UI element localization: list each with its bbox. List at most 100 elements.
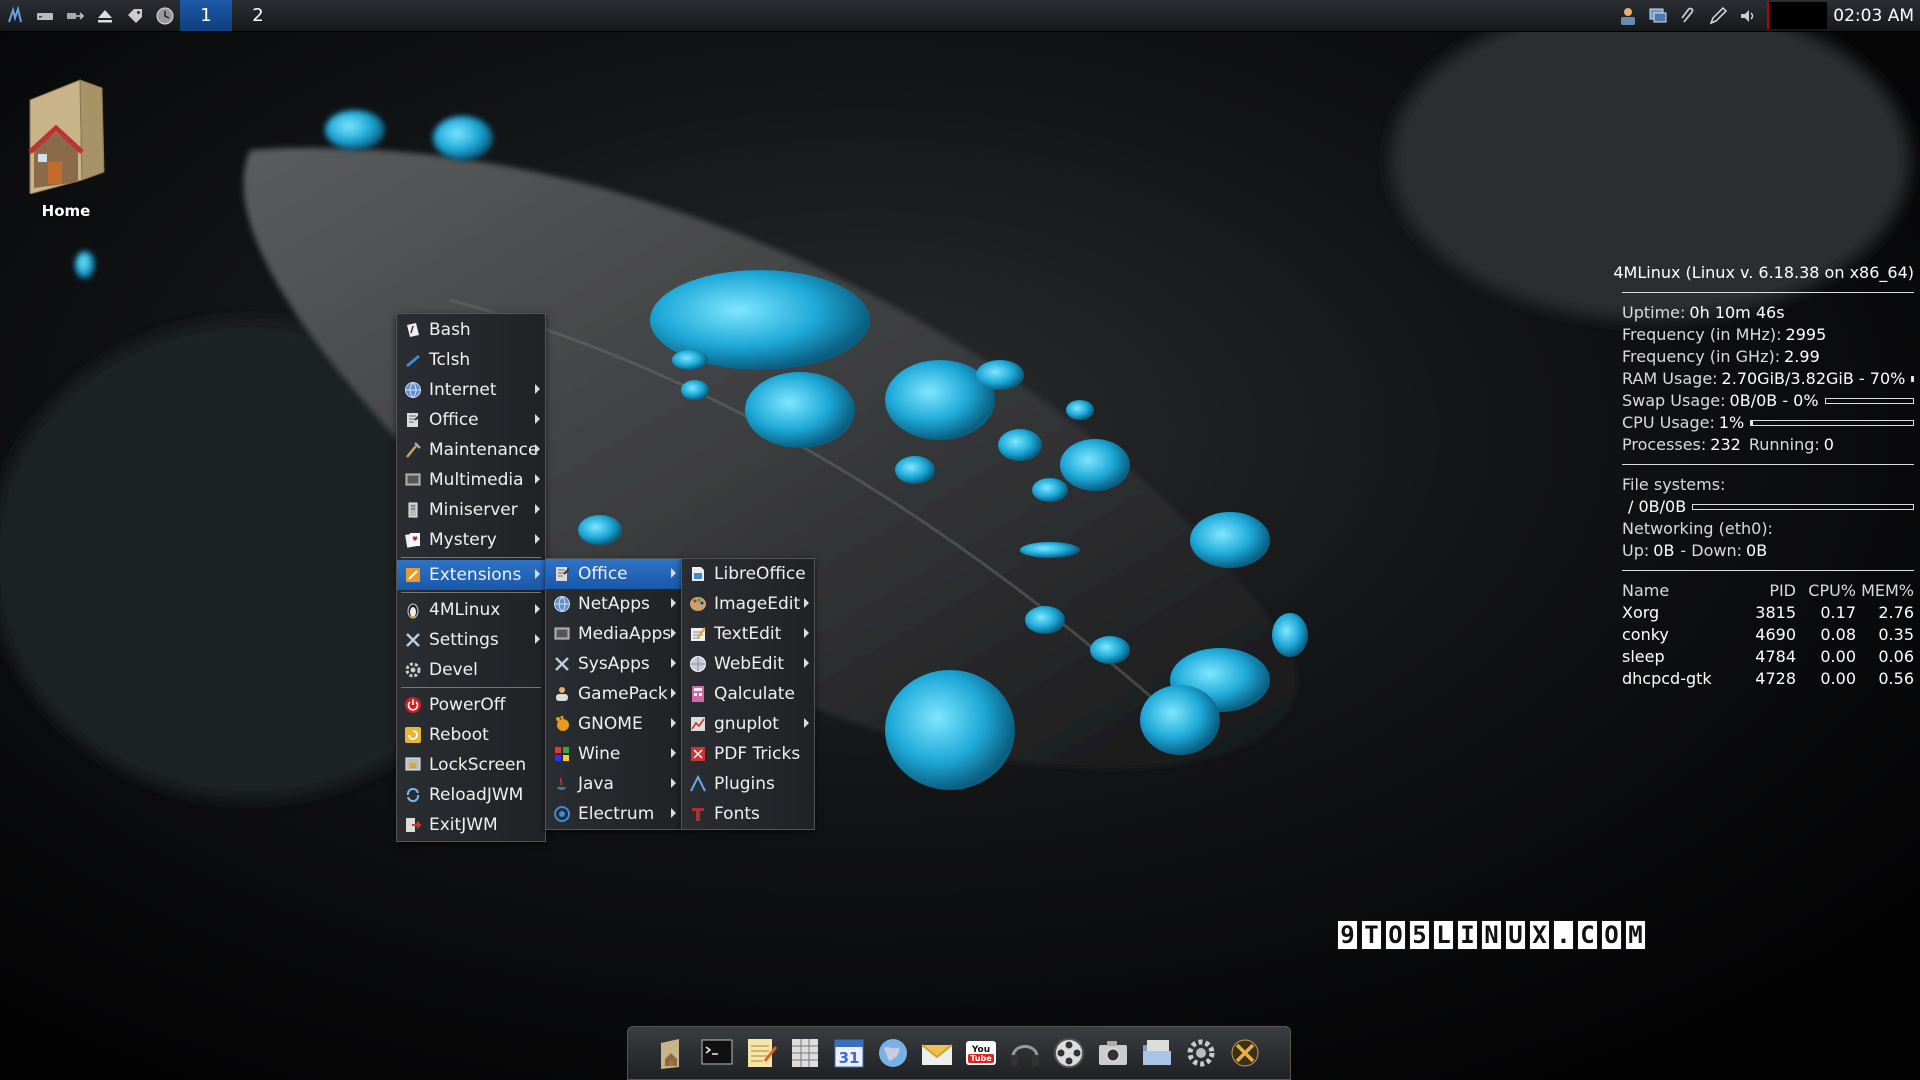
menu-item-gnuplot[interactable]: gnuplot (682, 709, 814, 739)
network-icon[interactable] (64, 5, 86, 27)
browser-icon[interactable] (874, 1034, 912, 1072)
submenu-arrow-icon (804, 628, 809, 638)
menu-item-settings[interactable]: Settings (397, 625, 545, 655)
close-app-icon[interactable] (1226, 1034, 1264, 1072)
freq-ghz-value: 2.99 (1784, 347, 1820, 366)
menu-item-lockscreen[interactable]: LockScreen (397, 750, 545, 780)
extensions-submenu: Office NetApps MediaApps SysApps GamePac… (545, 558, 682, 830)
menu-item-libreoffice[interactable]: LibreOffice (682, 559, 814, 589)
menu-item-imageedit[interactable]: ImageEdit (682, 589, 814, 619)
menu-item-exitjwm[interactable]: ExitJWM (397, 810, 545, 840)
root-menu: Bash Tclsh Internet Office Maintenance M… (396, 313, 546, 842)
watermark-char: T (1361, 920, 1382, 950)
drive-icon[interactable] (34, 5, 56, 27)
menu-item-multimedia[interactable]: Multimedia (397, 465, 545, 495)
menu-item-gnome[interactable]: GNOME (546, 709, 681, 739)
lock-icon (403, 755, 423, 775)
menu-item-plugins[interactable]: Plugins (682, 769, 814, 799)
penguin-icon (403, 600, 423, 620)
settings-icon[interactable] (1182, 1034, 1220, 1072)
watermark-char: O (1385, 920, 1406, 950)
menu-item-tclsh[interactable]: Tclsh (397, 345, 545, 375)
menu-item-label: Office (578, 564, 628, 584)
menu-item-qalculate[interactable]: Qalculate (682, 679, 814, 709)
menu-item-maintenance[interactable]: Maintenance (397, 435, 545, 465)
freq-ghz-row: Frequency (in GHz): 2.99 (1622, 346, 1914, 368)
menu-item-wine[interactable]: Wine (546, 739, 681, 769)
pen-icon[interactable] (1707, 5, 1729, 27)
submenu-arrow-icon (535, 384, 540, 394)
mail-icon[interactable] (918, 1034, 956, 1072)
menu-item-bash[interactable]: Bash (397, 315, 545, 345)
menu-item-mystery[interactable]: Mystery (397, 525, 545, 555)
camera-icon[interactable] (1094, 1034, 1132, 1072)
desktop-1-button[interactable]: 1 (180, 0, 232, 31)
menu-item-reloadjwm[interactable]: ReloadJWM (397, 780, 545, 810)
menu-item-extensions[interactable]: Extensions (397, 560, 545, 590)
submenu-arrow-icon (804, 598, 809, 608)
gear-icon (403, 660, 423, 680)
ram-value: 2.70GiB/3.82GiB - 70% (1721, 369, 1906, 388)
cpu-bar (1750, 420, 1914, 426)
watermark-char: X (1529, 920, 1550, 950)
speaker-icon[interactable] (1737, 5, 1759, 27)
clock[interactable]: 02:03 AM (1831, 6, 1920, 26)
notepad-icon[interactable] (742, 1034, 780, 1072)
running-value: 0 (1823, 435, 1834, 454)
menu-item-4mlinux[interactable]: 4MLinux (397, 595, 545, 625)
headphones-icon[interactable] (1006, 1034, 1044, 1072)
extensions-icon (403, 565, 423, 585)
jwm-logo-icon[interactable] (4, 5, 26, 27)
submenu-arrow-icon (804, 658, 809, 668)
uptime-value: 0h 10m 46s (1689, 303, 1785, 322)
menu-item-java[interactable]: Java (546, 769, 681, 799)
menu-item-reboot[interactable]: Reboot (397, 720, 545, 750)
menu-item-textedit[interactable]: TextEdit (682, 619, 814, 649)
clip-icon[interactable] (1677, 5, 1699, 27)
menu-item-label: LockScreen (429, 755, 527, 775)
menu-item-miniserver[interactable]: Miniserver (397, 495, 545, 525)
menu-item-sysapps[interactable]: SysApps (546, 649, 681, 679)
menu-item-mediaapps[interactable]: MediaApps (546, 619, 681, 649)
user-icon[interactable] (1617, 5, 1639, 27)
header-name: Name (1622, 581, 1670, 600)
webedit-icon (688, 654, 708, 674)
youtube-icon[interactable]: You Tube (962, 1034, 1000, 1072)
spreadsheet-icon[interactable] (786, 1034, 824, 1072)
exit-icon (403, 815, 423, 835)
tag-icon[interactable] (124, 5, 146, 27)
film-reel-icon[interactable] (1050, 1034, 1088, 1072)
ram-key: RAM Usage: (1622, 369, 1718, 388)
desktop-2-button[interactable]: 2 (232, 0, 284, 31)
home-desktop-shortcut[interactable]: Home (22, 70, 110, 220)
menu-item-electrum[interactable]: Electrum (546, 799, 681, 829)
home-folder-icon[interactable] (654, 1034, 692, 1072)
menu-item-gamepack[interactable]: GamePack (546, 679, 681, 709)
menu-item-office[interactable]: Office (397, 405, 545, 435)
menu-item-devel[interactable]: Devel (397, 655, 545, 685)
terminal-icon[interactable] (698, 1034, 736, 1072)
menu-item-label: ImageEdit (714, 594, 801, 614)
menu-item-ext-office[interactable]: Office (546, 559, 681, 589)
display-icon[interactable] (1647, 5, 1669, 27)
menu-item-label: Settings (429, 630, 499, 650)
calendar-icon[interactable]: 31 (830, 1034, 868, 1072)
uptime-row: Uptime: 0h 10m 46s (1622, 302, 1914, 324)
file-manager-icon[interactable] (1138, 1034, 1176, 1072)
menu-item-internet[interactable]: Internet (397, 375, 545, 405)
menu-item-poweroff[interactable]: PowerOff (397, 690, 545, 720)
menu-item-label: LibreOffice (714, 564, 806, 584)
menu-item-pdf-tricks[interactable]: PDF Tricks (682, 739, 814, 769)
menu-item-label: GamePack (578, 684, 668, 704)
tools-icon (403, 630, 423, 650)
eject-icon[interactable] (94, 5, 116, 27)
menu-item-fonts[interactable]: Fonts (682, 799, 814, 829)
proc-cpu: 0.08 (1820, 625, 1856, 644)
menu-item-netapps[interactable]: NetApps (546, 589, 681, 619)
divider (1622, 570, 1914, 571)
proc-mem: 2.76 (1878, 603, 1914, 622)
menu-item-webedit[interactable]: WebEdit (682, 649, 814, 679)
gnuplot-icon (688, 714, 708, 734)
system-tray: 02:03 AM (1613, 0, 1920, 31)
clock-app-icon[interactable] (154, 5, 176, 27)
